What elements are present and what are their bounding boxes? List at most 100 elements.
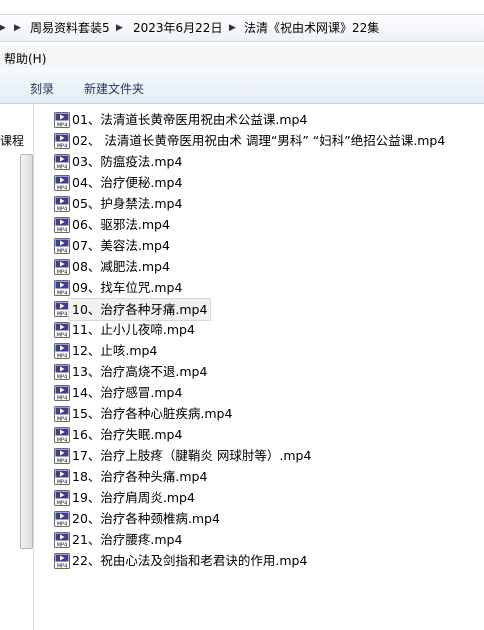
burn-button[interactable]: 刻录 <box>30 80 54 97</box>
file-row[interactable]: MP4 05、护身禁法.mp4 <box>52 193 484 214</box>
file-name[interactable]: 11、止小儿夜啼.mp4 <box>72 319 195 340</box>
svg-text:MP4: MP4 <box>57 311 68 317</box>
file-row[interactable]: MP4 03、防瘟疫法.mp4 <box>52 151 484 172</box>
file-row[interactable]: MP4 12、止咳.mp4 <box>52 340 484 361</box>
nav-item-label[interactable]: 课程 <box>0 132 24 149</box>
svg-text:MP4: MP4 <box>57 353 68 359</box>
mp4-video-icon: MP4 <box>54 133 70 149</box>
file-row[interactable]: MP4 18、治疗各种头痛.mp4 <box>52 466 484 487</box>
file-name[interactable]: 19、治疗肩周炎.mp4 <box>72 487 195 508</box>
svg-text:MP4: MP4 <box>57 479 68 485</box>
new-folder-button[interactable]: 新建文件夹 <box>84 80 144 97</box>
mp4-video-icon: MP4 <box>54 511 70 527</box>
file-name[interactable]: 07、美容法.mp4 <box>72 235 170 256</box>
mp4-video-icon: MP4 <box>54 217 70 233</box>
mp4-video-icon: MP4 <box>54 385 70 401</box>
menu-help[interactable]: 帮助(H) <box>4 50 46 67</box>
file-row[interactable]: MP4 15、治疗各种心脏疾病.mp4 <box>52 403 484 424</box>
file-row[interactable]: MP4 19、治疗肩周炎.mp4 <box>52 487 484 508</box>
file-name[interactable]: 06、驱邪法.mp4 <box>72 214 170 235</box>
svg-text:MP4: MP4 <box>57 332 68 338</box>
file-row[interactable]: MP4 07、美容法.mp4 <box>52 235 484 256</box>
mp4-video-icon: MP4 <box>54 406 70 422</box>
file-row[interactable]: MP4 22、祝由心法及剑指和老君诀的作用.mp4 <box>52 550 484 571</box>
breadcrumb-chevron-icon[interactable]: ▶ <box>229 20 236 36</box>
svg-text:MP4: MP4 <box>57 521 68 527</box>
mp4-video-icon: MP4 <box>54 469 70 485</box>
mp4-video-icon: MP4 <box>54 364 70 380</box>
svg-text:MP4: MP4 <box>57 416 68 422</box>
svg-text:MP4: MP4 <box>57 227 68 233</box>
mp4-video-icon: MP4 <box>54 112 70 128</box>
mp4-video-icon: MP4 <box>54 532 70 548</box>
file-row[interactable]: MP4 10、治疗各种牙痛.mp4 <box>52 298 484 321</box>
toolbar: 刻录 新建文件夹 <box>0 68 484 104</box>
file-name[interactable]: 01、法清道长黄帝医用祝由术公益课.mp4 <box>72 109 307 130</box>
file-row[interactable]: MP4 20、治疗各种颈椎病.mp4 <box>52 508 484 529</box>
file-name[interactable]: 16、治疗失眠.mp4 <box>72 424 182 445</box>
file-row[interactable]: MP4 02、 法清道长黄帝医用祝由术 调理“男科” “妇科”绝招公益课.mp4 <box>52 130 484 151</box>
mp4-video-icon: MP4 <box>54 553 70 569</box>
menu-bar: 帮助(H) <box>0 46 484 68</box>
file-row[interactable]: MP4 16、治疗失眠.mp4 <box>52 424 484 445</box>
svg-text:MP4: MP4 <box>57 122 68 128</box>
file-name[interactable]: 10、治疗各种牙痛.mp4 <box>68 298 212 321</box>
file-row[interactable]: MP4 08、减肥法.mp4 <box>52 256 484 277</box>
nav-scrollbar[interactable] <box>20 154 33 549</box>
mp4-video-icon: MP4 <box>54 259 70 275</box>
mp4-video-icon: MP4 <box>54 490 70 506</box>
file-name[interactable]: 04、治疗便秘.mp4 <box>72 172 182 193</box>
svg-text:MP4: MP4 <box>57 143 68 149</box>
svg-text:MP4: MP4 <box>57 269 68 275</box>
navigation-pane: 课程 <box>0 104 34 630</box>
file-name[interactable]: 14、治疗感冒.mp4 <box>72 382 182 403</box>
breadcrumb-chevron-icon[interactable]: ▶ <box>14 20 21 36</box>
svg-text:MP4: MP4 <box>57 395 68 401</box>
file-name[interactable]: 08、减肥法.mp4 <box>72 256 170 277</box>
mp4-video-icon: MP4 <box>54 175 70 191</box>
mp4-video-icon: MP4 <box>54 238 70 254</box>
file-name[interactable]: 17、治疗上肢疼（腱鞘炎 网球肘等）.mp4 <box>72 445 311 466</box>
file-name[interactable]: 09、找车位咒.mp4 <box>72 277 182 298</box>
mp4-video-icon: MP4 <box>54 154 70 170</box>
mp4-video-icon: MP4 <box>54 196 70 212</box>
file-name[interactable]: 22、祝由心法及剑指和老君诀的作用.mp4 <box>72 550 307 571</box>
svg-text:MP4: MP4 <box>57 164 68 170</box>
file-row[interactable]: MP4 14、治疗感冒.mp4 <box>52 382 484 403</box>
breadcrumb-segment[interactable]: 法清《祝由术网课》22集 <box>244 20 379 36</box>
file-row[interactable]: MP4 01、法清道长黄帝医用祝由术公益课.mp4 <box>52 109 484 130</box>
mp4-video-icon: MP4 <box>54 280 70 296</box>
mp4-video-icon: MP4 <box>54 343 70 359</box>
svg-text:MP4: MP4 <box>57 185 68 191</box>
file-row[interactable]: MP4 21、治疗腰疼.mp4 <box>52 529 484 550</box>
file-row[interactable]: MP4 06、驱邪法.mp4 <box>52 214 484 235</box>
file-name[interactable]: 05、护身禁法.mp4 <box>72 193 182 214</box>
file-name[interactable]: 18、治疗各种头痛.mp4 <box>72 466 207 487</box>
file-row[interactable]: MP4 11、止小儿夜啼.mp4 <box>52 319 484 340</box>
file-list: MP4 01、法清道长黄帝医用祝由术公益课.mp4 MP4 02、 法清道长黄帝医用祝… <box>52 109 484 571</box>
mp4-video-icon: MP4 <box>54 322 70 338</box>
mp4-video-icon: MP4 <box>54 427 70 443</box>
file-row[interactable]: MP4 17、治疗上肢疼（腱鞘炎 网球肘等）.mp4 <box>52 445 484 466</box>
file-row[interactable]: MP4 13、治疗高烧不退.mp4 <box>52 361 484 382</box>
svg-text:MP4: MP4 <box>57 374 68 380</box>
svg-text:MP4: MP4 <box>57 290 68 296</box>
file-name[interactable]: 12、止咳.mp4 <box>72 340 157 361</box>
svg-text:MP4: MP4 <box>57 542 68 548</box>
file-name[interactable]: 15、治疗各种心脏疾病.mp4 <box>72 403 232 424</box>
file-row[interactable]: MP4 09、找车位咒.mp4 <box>52 277 484 298</box>
breadcrumb-chevron-icon[interactable]: ▶ <box>0 20 6 36</box>
file-name[interactable]: 21、治疗腰疼.mp4 <box>72 529 182 550</box>
file-row[interactable]: MP4 04、治疗便秘.mp4 <box>52 172 484 193</box>
breadcrumb-segment[interactable]: 2023年6月22日 <box>133 20 222 36</box>
file-name[interactable]: 03、防瘟疫法.mp4 <box>72 151 182 172</box>
svg-text:MP4: MP4 <box>57 206 68 212</box>
breadcrumb-chevron-icon[interactable]: ▶ <box>116 20 123 36</box>
svg-text:MP4: MP4 <box>57 500 68 506</box>
breadcrumb-segment[interactable]: 周易资料套装5 <box>30 20 110 36</box>
address-bar[interactable]: ▶ ▶ 周易资料套装5 ▶ 2023年6月22日 ▶ 法清《祝由术网课》22集 <box>0 14 484 42</box>
file-name[interactable]: 02、 法清道长黄帝医用祝由术 调理“男科” “妇科”绝招公益课.mp4 <box>72 130 445 151</box>
svg-text:MP4: MP4 <box>57 458 68 464</box>
file-name[interactable]: 20、治疗各种颈椎病.mp4 <box>72 508 220 529</box>
file-name[interactable]: 13、治疗高烧不退.mp4 <box>72 361 207 382</box>
